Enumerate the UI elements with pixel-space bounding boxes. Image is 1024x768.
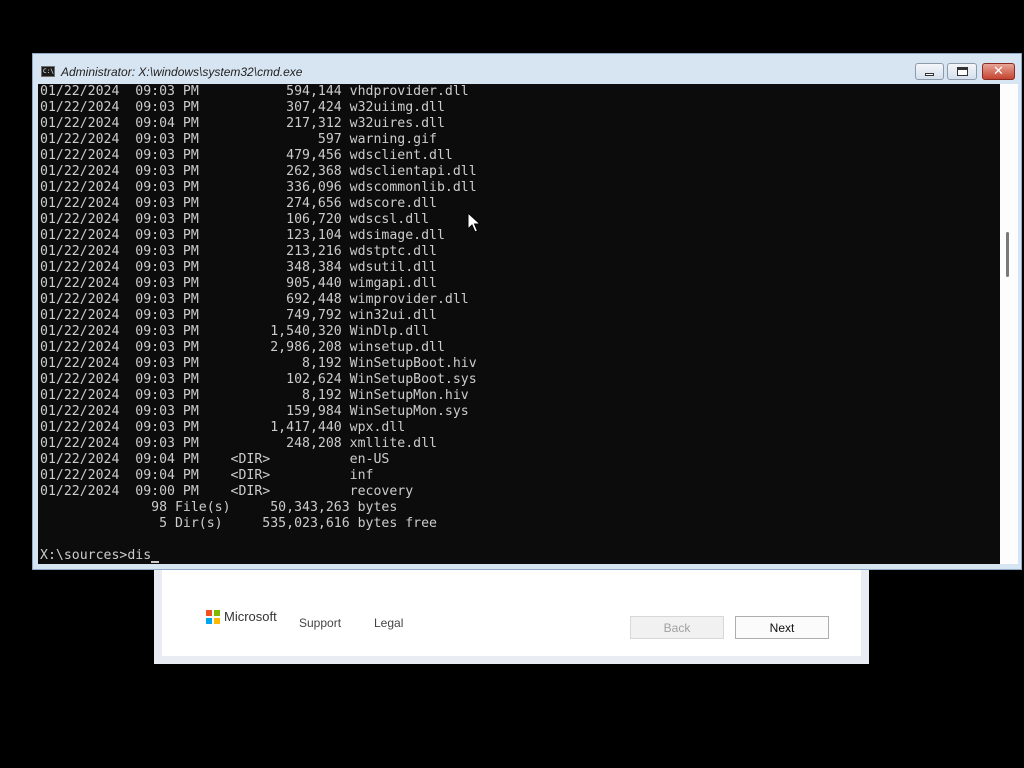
console-line: 5 Dir(s) 535,023,616 bytes free	[40, 516, 437, 531]
console-line: 01/22/2024 09:03 PM 2,986,208 winsetup.d…	[40, 340, 445, 355]
console-line: 01/22/2024 09:03 PM 102,624 WinSetupBoot…	[40, 372, 477, 387]
window-title: Administrator: X:\windows\system32\cmd.e…	[61, 65, 303, 79]
console-line: 01/22/2024 09:03 PM 248,208 xmllite.dll	[40, 436, 437, 451]
console-line: 01/22/2024 09:03 PM 262,368 wdsclientapi…	[40, 164, 477, 179]
console-line: 01/22/2024 09:03 PM 348,384 wdsutil.dll	[40, 260, 437, 275]
console-line: 01/22/2024 09:03 PM 8,192 WinSetupBoot.h…	[40, 356, 477, 371]
mouse-pointer-icon	[467, 212, 481, 233]
console-line: 01/22/2024 09:03 PM 274,656 wdscore.dll	[40, 196, 437, 211]
command-prompt-line: X:\sources>dis	[40, 548, 152, 563]
console-output[interactable]: 01/22/2024 09:03 PM 594,144 vhdprovider.…	[38, 84, 1000, 564]
close-icon: ✕	[993, 64, 1004, 79]
console-line: 01/22/2024 09:03 PM 597 warning.gif	[40, 132, 437, 147]
console-line: 01/22/2024 09:03 PM 692,448 wimprovider.…	[40, 292, 469, 307]
console-lines: 01/22/2024 09:03 PM 594,144 vhdprovider.…	[40, 84, 477, 564]
console-line: 98 File(s) 50,343,263 bytes	[40, 500, 398, 515]
scrollbar-thumb[interactable]	[1006, 232, 1009, 277]
console-line: 01/22/2024 09:03 PM 1,540,320 WinDlp.dll	[40, 324, 430, 339]
microsoft-logo: Microsoft	[206, 609, 277, 624]
close-button[interactable]: ✕	[982, 63, 1015, 80]
console-line: 01/22/2024 09:03 PM 123,104 wdsimage.dll	[40, 228, 445, 243]
logo-square-blue	[206, 617, 212, 624]
console-line: 01/22/2024 09:03 PM 336,096 wdscommonlib…	[40, 180, 477, 195]
logo-square-red	[206, 609, 212, 616]
cmd-window[interactable]: C:\ Administrator: X:\windows\system32\c…	[32, 53, 1022, 570]
minimize-icon	[925, 72, 934, 76]
title-bar[interactable]: C:\ Administrator: X:\windows\system32\c…	[33, 54, 1021, 84]
support-link[interactable]: Support	[299, 616, 341, 630]
next-button[interactable]: Next	[735, 616, 829, 639]
maximize-icon	[956, 67, 968, 76]
vertical-scrollbar[interactable]	[1000, 84, 1018, 564]
console-line: 01/22/2024 09:03 PM 905,440 wimgapi.dll	[40, 276, 437, 291]
cmd-icon[interactable]: C:\	[41, 66, 55, 77]
maximize-button[interactable]	[947, 63, 977, 80]
microsoft-logo-icon	[206, 609, 220, 624]
text-cursor	[151, 561, 160, 563]
legal-link[interactable]: Legal	[374, 616, 403, 630]
console-line: 01/22/2024 09:03 PM 594,144 vhdprovider.…	[40, 84, 469, 99]
back-button[interactable]: Back	[630, 616, 724, 639]
console-line: 01/22/2024 09:03 PM 479,456 wdsclient.dl…	[40, 148, 453, 163]
minimize-button[interactable]	[915, 63, 944, 80]
console-line: 01/22/2024 09:03 PM 213,216 wdstptc.dll	[40, 244, 437, 259]
logo-square-green	[214, 609, 220, 616]
console-line: 01/22/2024 09:04 PM 217,312 w32uires.dll	[40, 116, 445, 131]
logo-square-yellow	[214, 617, 220, 624]
console-line: 01/22/2024 09:04 PM <DIR> inf	[40, 468, 374, 483]
console-line: 01/22/2024 09:03 PM 749,792 win32ui.dll	[40, 308, 437, 323]
console-line: 01/22/2024 09:03 PM 1,417,440 wpx.dll	[40, 420, 406, 435]
console-line: 01/22/2024 09:03 PM 8,192 WinSetupMon.hi…	[40, 388, 469, 403]
console-line: 01/22/2024 09:03 PM 106,720 wdscsl.dll	[40, 212, 430, 227]
microsoft-brand-text: Microsoft	[224, 609, 277, 624]
console-line: 01/22/2024 09:04 PM <DIR> en-US	[40, 452, 390, 467]
console-line: 01/22/2024 09:03 PM 159,984 WinSetupMon.…	[40, 404, 469, 419]
console-line: 01/22/2024 09:00 PM <DIR> recovery	[40, 484, 414, 499]
console-line: 01/22/2024 09:03 PM 307,424 w32uiimg.dll	[40, 100, 445, 115]
